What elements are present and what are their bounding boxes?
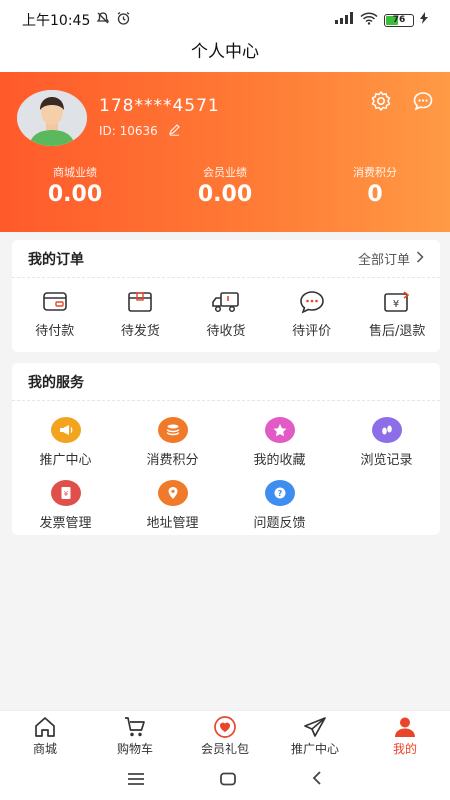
user-phone: 178****4571 [99,96,220,116]
footprint-icon [371,417,402,443]
mute-icon [96,11,110,29]
service-label: 地址管理 [146,516,199,531]
truck-icon [183,290,269,314]
stat-mall-performance[interactable]: 商城业绩 0.00 [0,164,150,207]
back-icon[interactable] [311,770,323,790]
charging-icon [420,12,428,28]
orders-card: 我的订单 全部订单 待付款 待发货 待收货 待评价 ¥ 售后/退款 [12,240,440,352]
avatar[interactable] [17,90,87,146]
battery-level: 76 [392,15,406,25]
service-label: 问题反馈 [253,516,306,531]
service-label: 发票管理 [39,516,92,531]
tab-member-gift[interactable]: 会员礼包 [180,711,270,760]
coins-icon [157,417,188,443]
order-label: 待评价 [292,324,332,339]
order-pending-receipt[interactable]: 待收货 [183,290,269,339]
stat-value: 0.00 [197,182,253,207]
stat-label: 消费积分 [353,166,397,179]
service-points[interactable]: 消费积分 [119,417,226,468]
svg-text:¥: ¥ [393,299,399,310]
stat-label: 会员业绩 [203,166,247,179]
service-label: 消费积分 [146,453,199,468]
order-pending-payment[interactable]: 待付款 [12,290,98,339]
service-feedback[interactable]: ? 问题反馈 [226,480,333,531]
order-pending-shipment[interactable]: 待发货 [98,290,184,339]
stat-value: 0.00 [47,182,103,207]
wifi-icon [360,12,378,29]
user-id: ID: 10636 [99,123,181,139]
service-promotion-center[interactable]: 推广中心 [12,417,119,468]
service-favorites[interactable]: 我的收藏 [226,417,333,468]
send-icon [270,716,360,738]
menu-icon[interactable] [127,771,145,790]
star-icon [264,417,295,443]
bottom-tab-bar: 商城 购物车 会员礼包 推广中心 我的 [0,710,450,760]
edit-icon[interactable] [168,123,181,139]
home-square-icon[interactable] [219,771,237,790]
stat-label: 商城业绩 [53,166,97,179]
location-icon [157,480,188,506]
tab-label: 推广中心 [290,742,339,756]
invoice-icon: ¥ [50,480,81,506]
profile-header: 178****4571 ID: 10636 商城业绩 0.00 会员业绩 0.0… [0,72,450,232]
service-address[interactable]: 地址管理 [119,480,226,531]
order-pending-review[interactable]: 待评价 [269,290,355,339]
signal-icon [334,12,354,28]
tab-label: 商城 [32,742,57,756]
tab-label: 购物车 [116,742,153,756]
alarm-icon [116,11,131,30]
box-icon [98,290,184,314]
tab-cart[interactable]: 购物车 [90,711,180,760]
order-label: 售后/退款 [368,324,426,339]
message-icon[interactable] [412,90,434,116]
all-orders-label: 全部订单 [357,253,410,268]
service-history[interactable]: 浏览记录 [333,417,440,468]
services-card: 我的服务 推广中心 消费积分 我的收藏 浏览记录 ¥ 发票管理 地址管理 ? 问… [12,363,440,535]
settings-icon[interactable] [370,90,392,116]
home-icon [0,716,90,738]
service-label: 我的收藏 [253,453,306,468]
user-id-text: ID: 10636 [99,124,158,138]
wallet-icon [12,290,98,314]
stat-consumption-points[interactable]: 消费积分 0 [300,164,450,207]
gift-heart-icon [180,716,270,738]
stats-row: 商城业绩 0.00 会员业绩 0.00 消费积分 0 [0,164,450,207]
service-label: 浏览记录 [360,453,413,468]
orders-title: 我的订单 [28,251,84,268]
cart-icon [90,716,180,738]
refund-icon: ¥ [354,290,440,314]
order-label: 待收货 [206,324,246,339]
tab-label: 我的 [392,742,417,756]
svg-text:¥: ¥ [63,490,68,498]
order-label: 待发货 [120,324,160,339]
tab-mine[interactable]: 我的 [360,711,450,760]
order-label: 待付款 [35,324,75,339]
stat-member-performance[interactable]: 会员业绩 0.00 [150,164,300,207]
status-bar: 上午10:45 76 [0,0,450,40]
system-nav-bar [0,760,450,800]
page-title: 个人中心 [0,40,450,72]
services-title: 我的服务 [28,374,84,391]
comment-icon [269,290,355,314]
tab-mall[interactable]: 商城 [0,711,90,760]
service-invoice[interactable]: ¥ 发票管理 [12,480,119,531]
status-time: 上午10:45 [22,13,91,29]
tab-label: 会员礼包 [200,742,249,756]
order-after-sales[interactable]: ¥ 售后/退款 [354,290,440,339]
chevron-right-icon [416,250,424,267]
user-icon [360,716,450,738]
megaphone-icon [50,417,81,443]
tab-promotion[interactable]: 推广中心 [270,711,360,760]
all-orders-link[interactable]: 全部订单 [358,249,424,268]
svg-text:?: ? [277,489,282,498]
service-label: 推广中心 [39,453,92,468]
stat-value: 0 [367,182,383,207]
battery-icon: 76 [384,13,414,27]
question-icon: ? [264,480,295,506]
